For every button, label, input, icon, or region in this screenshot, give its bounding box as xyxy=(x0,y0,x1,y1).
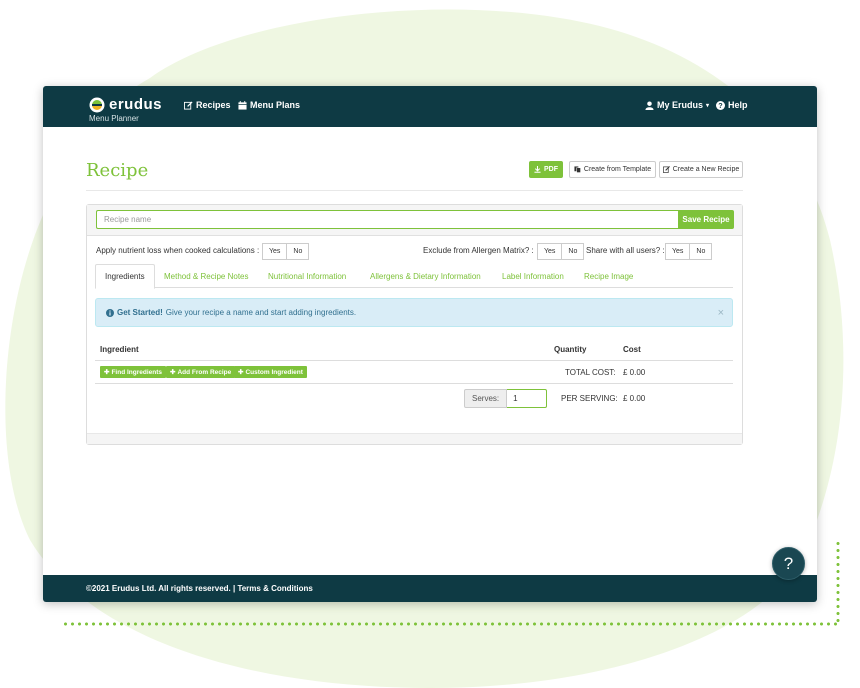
tab-method-notes[interactable]: Method & Recipe Notes xyxy=(164,264,249,288)
create-from-template-button[interactable]: Create from Template xyxy=(569,161,656,178)
calendar-icon xyxy=(238,100,247,110)
share-users-yes[interactable]: Yes xyxy=(665,243,691,260)
recipe-name-bar: Save Recipe xyxy=(87,205,742,236)
nav-account-dropdown[interactable]: My Erudus ▾ xyxy=(645,100,709,110)
brand-name: erudus xyxy=(109,96,163,113)
decorative-dots-vertical xyxy=(836,540,840,624)
question-circle-icon: ? xyxy=(716,100,725,110)
table-row-rule xyxy=(95,383,733,384)
tab-allergens-dietary[interactable]: Allergens & Dietary Information xyxy=(370,264,481,288)
share-users-toggle: Yes No xyxy=(665,243,713,260)
total-cost-value: £ 0.00 xyxy=(623,368,646,377)
copy-icon xyxy=(574,166,581,173)
tab-nutritional-information[interactable]: Nutritional Information xyxy=(268,264,346,288)
download-icon xyxy=(534,166,541,173)
nutrient-loss-no[interactable]: No xyxy=(287,243,310,260)
edit-icon xyxy=(662,166,670,173)
nutrient-loss-toggle: Yes No xyxy=(262,243,310,260)
save-recipe-button[interactable]: Save Recipe xyxy=(678,210,734,229)
user-icon xyxy=(645,100,654,110)
allergen-matrix-toggle: Yes No xyxy=(537,243,585,260)
serves-label: Serves: xyxy=(464,389,508,408)
tab-ingredients[interactable]: Ingredients xyxy=(95,264,155,289)
add-from-recipe-label: Add From Recipe xyxy=(177,368,232,376)
serves-input[interactable] xyxy=(507,389,548,408)
page-footer: ©2021 Erudus Ltd. All rights reserved. |… xyxy=(43,575,817,602)
page-title: Recipe xyxy=(86,160,149,181)
ingredient-header: Ingredient xyxy=(100,345,139,354)
nav-help[interactable]: ? Help xyxy=(716,100,748,110)
serves-group: Serves: xyxy=(464,389,548,408)
app-window: erudus Menu Planner Recipes Menu Plans M… xyxy=(43,86,817,602)
svg-text:?: ? xyxy=(718,101,722,110)
stage: erudus Menu Planner Recipes Menu Plans M… xyxy=(0,0,860,688)
erudus-logo-icon xyxy=(89,97,105,112)
custom-ingredient-label: Custom Ingredient xyxy=(245,368,303,376)
help-chat-button[interactable]: ? xyxy=(772,547,805,580)
tab-recipe-image[interactable]: Recipe Image xyxy=(584,264,633,288)
decorative-dots-horizontal xyxy=(62,622,840,626)
nutrient-loss-yes[interactable]: Yes xyxy=(262,243,288,260)
recipe-tabs: Ingredients Method & Recipe Notes Nutrit… xyxy=(95,264,733,289)
close-icon[interactable]: × xyxy=(718,307,724,319)
brand-logo[interactable]: erudus xyxy=(89,96,162,113)
share-users-no[interactable]: No xyxy=(690,243,713,260)
nav-menu-plans[interactable]: Menu Plans xyxy=(238,100,300,110)
plus-icon: ✚ xyxy=(238,369,244,376)
per-serving-value: £ 0.00 xyxy=(623,394,646,403)
allergen-matrix-no[interactable]: No xyxy=(562,243,585,260)
alert-text: Give your recipe a name and start adding… xyxy=(165,308,357,317)
pdf-label: PDF xyxy=(544,166,558,173)
caret-down-icon: ▾ xyxy=(706,102,710,109)
info-icon xyxy=(106,308,114,317)
custom-ingredient-button[interactable]: ✚ Custom Ingredient xyxy=(234,366,307,378)
nutrient-loss-label: Apply nutrient loss when cooked calculat… xyxy=(96,246,260,255)
quantity-header: Quantity xyxy=(554,345,587,354)
nav-account-label: My Erudus xyxy=(657,100,704,110)
plus-icon: ✚ xyxy=(170,369,176,376)
share-users-label: Share with all users? : xyxy=(586,246,665,255)
alert-strong: Get Started! xyxy=(117,308,163,317)
nav-menu-plans-label: Menu Plans xyxy=(250,100,301,110)
title-divider xyxy=(86,190,743,191)
add-from-recipe-button[interactable]: ✚ Add From Recipe xyxy=(166,366,236,378)
nav-recipes[interactable]: Recipes xyxy=(184,100,231,110)
cost-header: Cost xyxy=(623,345,641,354)
create-new-recipe-label: Create a New Recipe xyxy=(672,166,740,173)
nav-recipes-label: Recipes xyxy=(196,100,231,110)
nav-help-label: Help xyxy=(728,100,748,110)
pdf-button[interactable]: PDF xyxy=(529,161,563,178)
panel-footer xyxy=(87,433,742,444)
navbar: erudus Menu Planner Recipes Menu Plans M… xyxy=(43,86,817,127)
footer-text: ©2021 Erudus Ltd. All rights reserved. |… xyxy=(86,584,313,593)
find-ingredients-label: Find Ingredients xyxy=(111,368,163,376)
per-serving-label: PER SERVING: xyxy=(561,394,618,403)
recipe-name-input[interactable] xyxy=(96,210,678,229)
allergen-matrix-label: Exclude from Allergen Matrix? : xyxy=(423,246,534,255)
plus-icon: ✚ xyxy=(104,369,110,376)
find-ingredients-button[interactable]: ✚ Find Ingredients xyxy=(100,366,167,378)
brand-subtitle: Menu Planner xyxy=(89,114,139,123)
total-cost-label: TOTAL COST: xyxy=(565,368,616,377)
table-header-rule xyxy=(95,360,733,361)
edit-icon xyxy=(184,100,193,110)
create-from-template-label: Create from Template xyxy=(583,166,652,173)
get-started-alert: Get Started! Give your recipe a name and… xyxy=(95,298,733,327)
tab-label-information[interactable]: Label Information xyxy=(502,264,564,288)
create-new-recipe-button[interactable]: Create a New Recipe xyxy=(659,161,743,178)
allergen-matrix-yes[interactable]: Yes xyxy=(537,243,563,260)
